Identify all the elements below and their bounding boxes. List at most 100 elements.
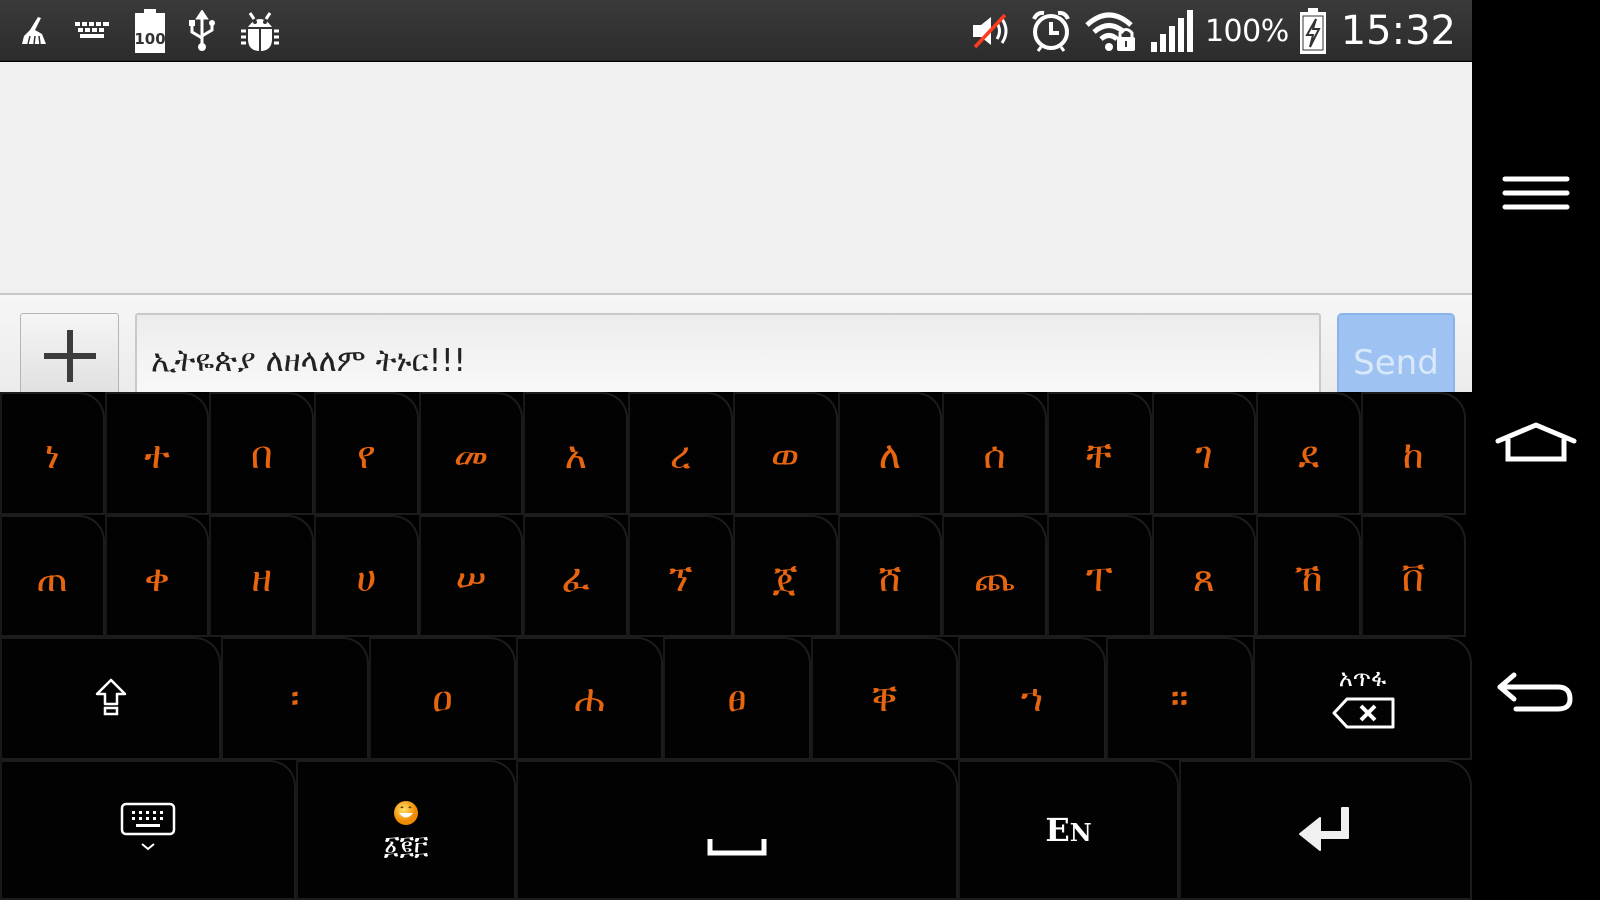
key[interactable]: መ: [418, 392, 524, 515]
key[interactable]: ሀ: [314, 515, 419, 637]
key-label: ፈ: [561, 555, 591, 600]
key-label: ቨ: [1401, 555, 1426, 600]
key-label: ዘ: [251, 555, 273, 600]
keyboard-row-4: ፩፪፫ EN: [0, 760, 1472, 900]
key-label: መ: [453, 433, 489, 477]
enter-key[interactable]: [1179, 760, 1472, 900]
key-label: ሐ: [574, 676, 605, 720]
key[interactable]: ፈ: [523, 515, 629, 637]
space-key[interactable]: [516, 760, 958, 900]
emoji-numbers-key[interactable]: ፩፪፫: [296, 760, 516, 900]
attach-button[interactable]: [20, 313, 119, 403]
back-icon: [1496, 671, 1576, 719]
keyboard-hide-icon: [120, 802, 176, 858]
shift-key[interactable]: [0, 637, 221, 760]
key[interactable]: ዐ: [369, 637, 516, 760]
key-label: ዐ: [432, 676, 453, 720]
home-icon: [1494, 421, 1578, 469]
key-label: ለ: [878, 433, 901, 477]
key-label: ቐ: [871, 676, 898, 720]
key-label: ሸ: [878, 555, 902, 600]
key[interactable]: ።: [1106, 637, 1253, 760]
key-label: ገ: [1195, 433, 1213, 477]
key-label: አ: [564, 433, 587, 477]
wifi-locked-icon: [1083, 9, 1139, 53]
key-label: ፡: [290, 676, 300, 720]
delete-key[interactable]: አጥፋ: [1253, 637, 1472, 760]
amharic-keyboard: ነ ተ በ የ መ አ ረ ወ ለ ሰ ቸ ገ ደ ከ ጠ ቀ ዘ ሀ ሠ ፈ …: [0, 392, 1472, 900]
key[interactable]: ከ: [1360, 392, 1466, 515]
message-input[interactable]: ኢትዬጵያ ለዘላለም ትኑር!!!: [135, 313, 1321, 403]
key[interactable]: ረ: [628, 392, 733, 515]
key-label: ጀ: [772, 555, 798, 600]
key[interactable]: በ: [209, 392, 315, 515]
key-label: ።: [1170, 676, 1189, 720]
key[interactable]: ሐ: [516, 637, 663, 760]
key-label: ነ: [44, 433, 60, 477]
key[interactable]: ቸ: [1046, 392, 1152, 515]
key-label: ኸ: [1294, 555, 1323, 600]
key[interactable]: ነ: [0, 392, 105, 515]
cell-signal-icon: [1149, 9, 1195, 53]
battery-charging-icon: [1299, 8, 1327, 54]
menu-button[interactable]: [1472, 160, 1600, 230]
key-label: ቸ: [1086, 433, 1113, 477]
language-label-big: E: [1045, 811, 1070, 849]
language-switch-key[interactable]: EN: [958, 760, 1179, 900]
keyboard-row-2: ጠ ቀ ዘ ሀ ሠ ፈ ኘ ጀ ሸ ጨ ፐ ጸ ኸ ቨ: [0, 515, 1466, 637]
backspace-icon: [1331, 696, 1395, 734]
debug-bug-icon: [238, 9, 282, 53]
battery-percent: 100%: [1204, 13, 1289, 49]
key[interactable]: ቨ: [1360, 515, 1466, 637]
key[interactable]: ለ: [837, 392, 943, 515]
cleaner-broom-icon: [18, 9, 52, 53]
key-label: በ: [250, 433, 273, 477]
key[interactable]: የ: [314, 392, 419, 515]
language-label-small: N: [1069, 818, 1092, 847]
send-button[interactable]: Send: [1337, 313, 1455, 403]
key[interactable]: አ: [523, 392, 629, 515]
key-label: ፐ: [1085, 555, 1113, 600]
key[interactable]: ደ: [1256, 392, 1361, 515]
key-label: ሰ: [983, 433, 1006, 477]
key[interactable]: ጠ: [0, 515, 105, 637]
key[interactable]: ቐ: [811, 637, 958, 760]
delete-label: አጥፋ: [1338, 663, 1387, 692]
battery-100-label: 100: [134, 30, 165, 48]
key-label: ጸ: [1192, 555, 1216, 600]
back-button[interactable]: [1472, 655, 1600, 735]
hide-keyboard-key[interactable]: [0, 760, 296, 900]
key[interactable]: ጀ: [732, 515, 838, 637]
keyboard-row-1: ነ ተ በ የ መ አ ረ ወ ለ ሰ ቸ ገ ደ ከ: [0, 392, 1466, 515]
key[interactable]: ቀ: [104, 515, 210, 637]
key[interactable]: ተ: [104, 392, 210, 515]
key[interactable]: ኸ: [1256, 515, 1361, 637]
key[interactable]: ሸ: [837, 515, 943, 637]
status-bar: 100 100% 15:32: [0, 0, 1472, 61]
key[interactable]: ፡: [221, 637, 369, 760]
key-label: ኀ: [1020, 676, 1044, 720]
key[interactable]: ፐ: [1046, 515, 1152, 637]
key-label: ጠ: [36, 555, 69, 600]
key[interactable]: ኘ: [628, 515, 733, 637]
key[interactable]: ገ: [1151, 392, 1257, 515]
phone-screen: 100 100% 15:32 ኢትዬጵያ ለዘላለም ትኑር!!! Send ነ…: [0, 0, 1600, 900]
battery-100-icon: 100: [134, 9, 166, 53]
key[interactable]: ጸ: [1151, 515, 1257, 637]
key[interactable]: ፀ: [663, 637, 811, 760]
key[interactable]: ሠ: [418, 515, 524, 637]
message-list-area[interactable]: [0, 62, 1472, 293]
key[interactable]: ሰ: [942, 392, 1047, 515]
key[interactable]: ዘ: [209, 515, 315, 637]
key-label: ፀ: [727, 676, 747, 720]
clock-time: 15:32: [1340, 8, 1456, 54]
space-bar-icon: [707, 837, 767, 861]
home-button[interactable]: [1472, 405, 1600, 485]
key-label: ረ: [669, 433, 692, 477]
key[interactable]: ጨ: [942, 515, 1047, 637]
key-label: ደ: [1298, 433, 1319, 477]
ethiopic-numerals-label: ፩፪፫: [383, 830, 429, 861]
key[interactable]: ኀ: [958, 637, 1106, 760]
key[interactable]: ወ: [732, 392, 838, 515]
key-label: የ: [357, 433, 376, 477]
